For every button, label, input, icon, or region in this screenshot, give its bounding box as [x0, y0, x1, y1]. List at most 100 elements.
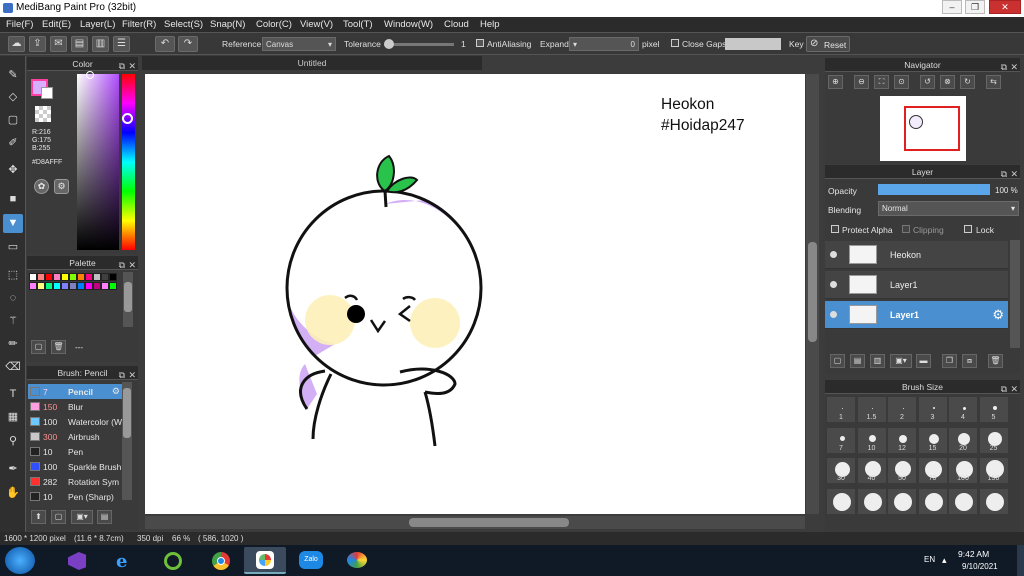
horizontal-scrollbar-thumb[interactable]	[409, 518, 569, 527]
layer-scrollbar[interactable]	[1010, 240, 1020, 348]
palette-swatch[interactable]	[45, 273, 53, 281]
visibility-icon[interactable]	[830, 251, 837, 258]
secondary-color-swatch[interactable]	[41, 87, 53, 99]
palette-swatch[interactable]	[53, 282, 61, 290]
palette-swatch[interactable]	[93, 273, 101, 281]
palette-swatch[interactable]	[77, 282, 85, 290]
undo-button[interactable]: ↶	[155, 36, 175, 52]
close-gaps-checkbox[interactable]	[671, 39, 679, 47]
opacity-slider[interactable]	[878, 184, 990, 195]
delete-palette-icon[interactable]: 🗑	[51, 340, 66, 354]
show-desktop-button[interactable]	[1017, 545, 1024, 576]
brush-item[interactable]: 150 Blur	[28, 399, 122, 414]
brush-menu-icon[interactable]: ▣▾	[71, 510, 93, 524]
palette-swatch[interactable]	[37, 273, 45, 281]
hue-slider-handle[interactable]	[122, 113, 133, 124]
brush-size-cell[interactable]: 1.5	[856, 396, 887, 423]
canvas-vertical-scrollbar[interactable]	[806, 74, 819, 514]
brush-size-cell[interactable]	[856, 487, 887, 515]
vertical-scrollbar-thumb[interactable]	[808, 242, 817, 342]
bucket-tool-icon[interactable]: ▼	[3, 214, 23, 233]
rotate-left-icon[interactable]: ↺	[920, 75, 935, 89]
saturation-value-picker[interactable]	[77, 71, 119, 250]
chrome-icon[interactable]	[200, 547, 242, 574]
share-icon[interactable]: ⇪	[29, 36, 46, 52]
minimize-button[interactable]: –	[942, 0, 962, 14]
blending-dropdown[interactable]: Normal ▾	[878, 201, 1019, 216]
paint-icon[interactable]	[336, 547, 378, 574]
new-brush-icon[interactable]: ▢	[51, 510, 66, 524]
gear-icon[interactable]: ⚙	[992, 307, 1004, 323]
delete-layer-icon[interactable]: 🗑	[988, 354, 1003, 368]
merge-layer-icon[interactable]: ⧈	[962, 354, 977, 368]
tolerance-slider[interactable]	[384, 39, 454, 49]
navigator-viewport[interactable]	[904, 106, 960, 151]
gradient-tool-icon[interactable]: ▭	[3, 238, 23, 257]
palette-swatch[interactable]	[109, 282, 117, 290]
clock-time[interactable]: 9:42 AM	[958, 549, 989, 559]
menu-view[interactable]: View(V)	[300, 19, 333, 30]
palette-swatch[interactable]	[29, 282, 37, 290]
brush-size-cell[interactable]: 10	[856, 426, 887, 454]
lasso-tool-icon[interactable]: ◌	[3, 289, 23, 308]
layer-row[interactable]: Layer1 ⚙	[825, 301, 1008, 329]
palette-scrollbar[interactable]	[123, 272, 133, 327]
tolerance-slider-handle[interactable]	[384, 39, 394, 49]
canvas[interactable]: Heokon #Hoidap247	[145, 74, 805, 514]
antialiasing-checkbox[interactable]	[476, 39, 484, 47]
brush-size-cell[interactable]: 40	[856, 457, 887, 484]
brush-size-cell[interactable]: 7	[826, 426, 856, 454]
brush-size-cell[interactable]: 2	[887, 396, 917, 423]
brush-size-cell[interactable]: 1	[826, 396, 856, 423]
palette-swatch[interactable]	[29, 273, 37, 281]
lock-checkbox[interactable]	[964, 225, 972, 233]
hue-slider[interactable]	[122, 74, 135, 250]
palette-swatch[interactable]	[69, 282, 77, 290]
add-palette-icon[interactable]: ▢	[31, 340, 46, 354]
redo-button[interactable]: ↷	[178, 36, 198, 52]
palette-swatch[interactable]	[85, 273, 93, 281]
palette-swatch[interactable]	[69, 273, 77, 281]
brush-size-cell[interactable]: 150	[978, 457, 1009, 484]
protect-alpha-checkbox[interactable]	[831, 225, 839, 233]
dot-tool-icon[interactable]: ▢	[3, 111, 23, 130]
actual-size-icon[interactable]: ⊙	[894, 75, 909, 89]
menu-layer[interactable]: Layer(L)	[80, 19, 115, 30]
menu-edit[interactable]: Edit(E)	[42, 19, 71, 30]
visual-studio-icon[interactable]	[56, 547, 98, 574]
maximize-button[interactable]: ❐	[965, 0, 985, 14]
gear-icon[interactable]: ⚙	[112, 386, 120, 397]
new-halftone-layer-icon[interactable]: ▤	[850, 354, 865, 368]
menu-select[interactable]: Select(S)	[164, 19, 203, 30]
transparent-color-swatch[interactable]	[35, 106, 51, 122]
clock-date[interactable]: 9/10/2021	[962, 562, 998, 571]
chat-icon[interactable]: ▤	[71, 36, 88, 52]
canvas-tab[interactable]: Untitled	[142, 56, 482, 70]
layer-add-menu-icon[interactable]: ▣▾	[890, 354, 912, 368]
brush-item[interactable]: 100 Sparkle Brush	[28, 459, 122, 474]
palette-swatch[interactable]	[93, 282, 101, 290]
brush-size-cell[interactable]	[826, 487, 856, 515]
brush-item[interactable]: 100 Watercolor (W	[28, 414, 122, 429]
brush-item[interactable]: 10 Pen (Sharp)	[28, 489, 122, 504]
new-layer-icon[interactable]: ▢	[830, 354, 845, 368]
sv-picker-handle[interactable]	[86, 71, 94, 79]
reference-dropdown[interactable]: Canvas ▾	[262, 37, 336, 51]
tray-arrow-icon[interactable]: ▴	[942, 555, 947, 566]
layer-row[interactable]: Layer1	[825, 271, 1008, 299]
brush-size-cell[interactable]: 70	[917, 457, 948, 484]
duplicate-layer-icon[interactable]: ❐	[942, 354, 957, 368]
pen-tool-icon[interactable]: ✐	[3, 134, 23, 153]
new-8bit-layer-icon[interactable]: ▥	[870, 354, 885, 368]
color-settings-icon[interactable]: ⚙	[54, 179, 69, 194]
zoom-in-icon[interactable]: ⊕	[828, 75, 843, 89]
add-brush-icon[interactable]: ⬆	[31, 510, 46, 524]
brush-tool-icon[interactable]: ✎	[3, 66, 23, 85]
expand-input[interactable]: ▾ 0	[569, 37, 639, 51]
brush-scrollbar[interactable]	[122, 382, 132, 500]
document-icon[interactable]: ▥	[92, 36, 109, 52]
magic-wand-tool-icon[interactable]: ⚚	[3, 312, 23, 331]
palette-wheel-icon[interactable]: ✿	[34, 179, 49, 194]
palette-swatch[interactable]	[53, 273, 61, 281]
close-gaps-slider[interactable]	[725, 38, 781, 50]
